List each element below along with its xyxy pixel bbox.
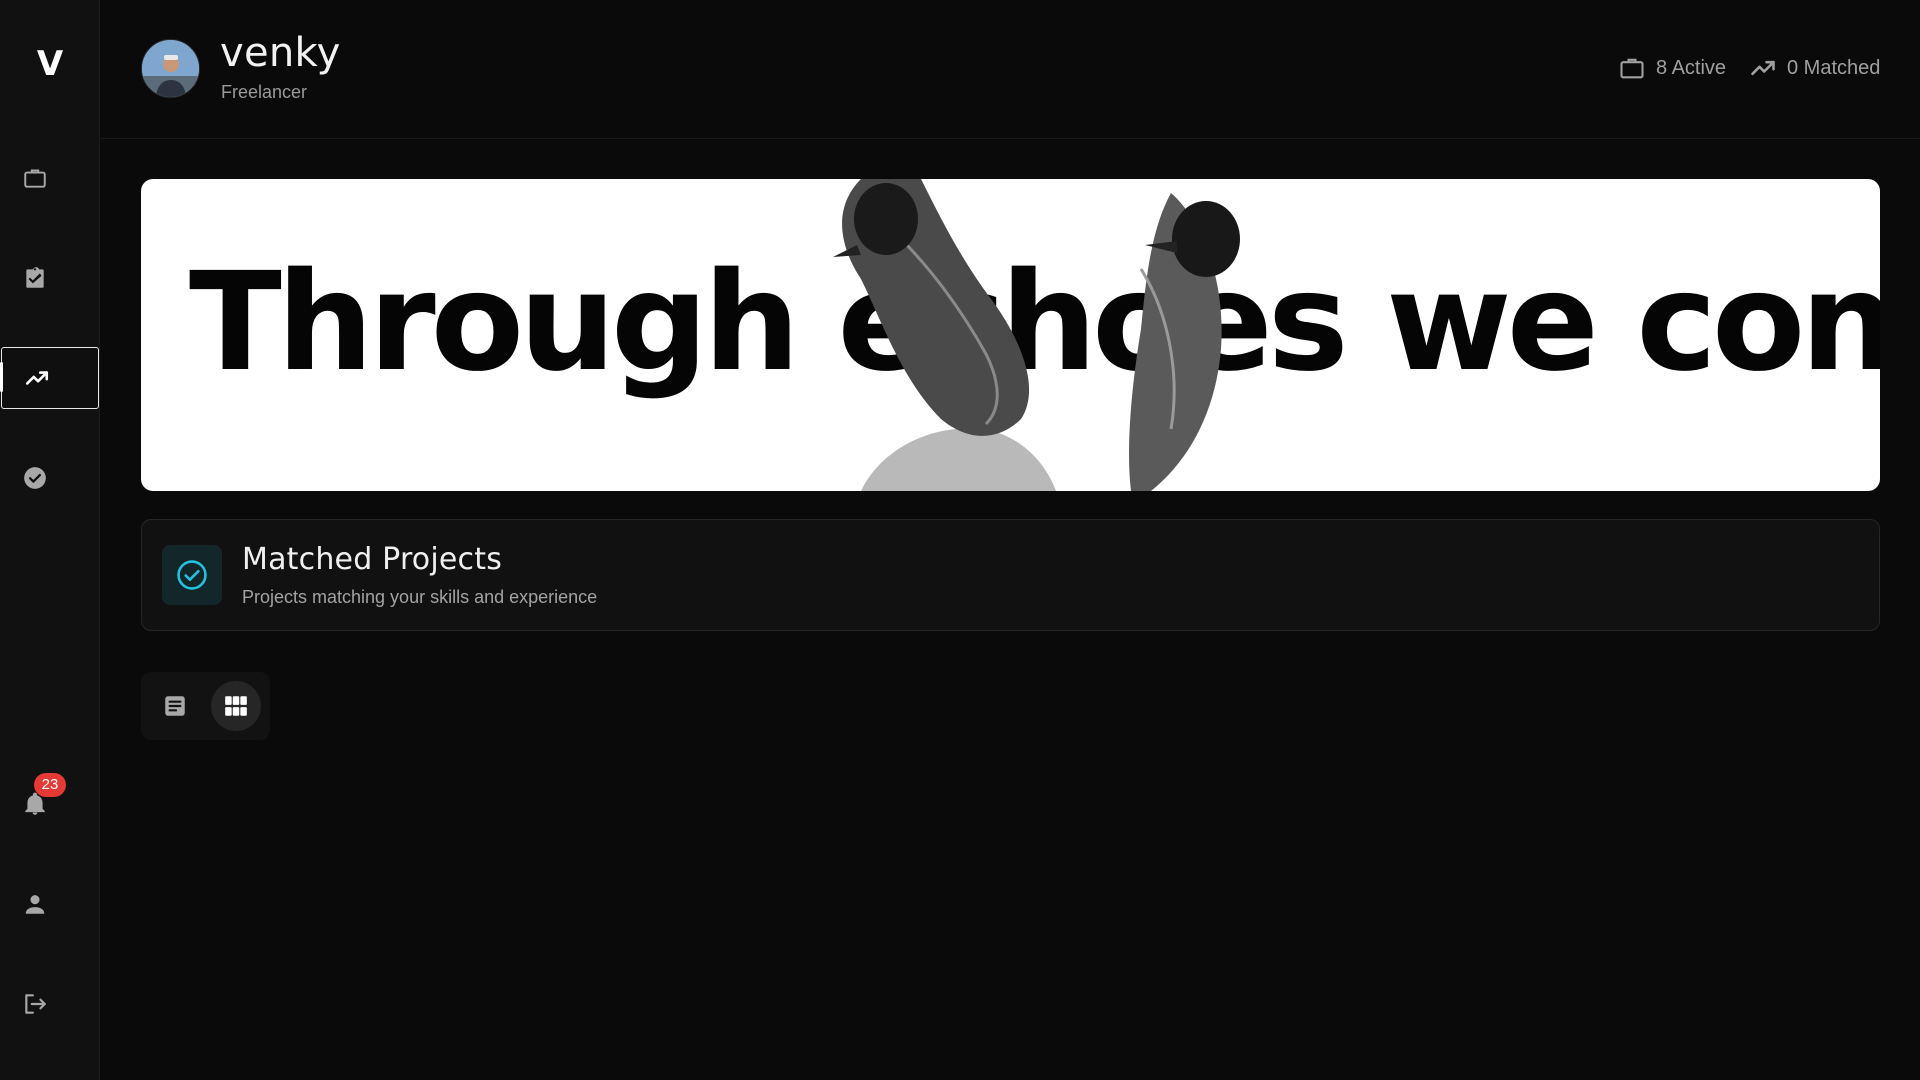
user-role: Freelancer xyxy=(221,82,308,102)
nav-tasks[interactable] xyxy=(0,247,100,309)
trending-up-icon xyxy=(25,371,49,385)
active-stat: 8 Active xyxy=(1618,54,1726,82)
app-logo[interactable]: V xyxy=(30,40,70,88)
briefcase-icon xyxy=(1620,58,1644,79)
matched-projects-subtitle: Projects matching your skills and experi… xyxy=(242,587,598,607)
avatar-photo xyxy=(142,40,199,97)
matched-stat: 0 Matched xyxy=(1749,54,1880,82)
briefcase-icon xyxy=(24,169,46,188)
header: venky Freelancer 8 Active 0 Matched xyxy=(101,0,1920,139)
matched-count: 0 Matched xyxy=(1787,56,1881,79)
list-view-icon xyxy=(165,696,185,716)
grid-view-icon xyxy=(225,696,247,716)
matched-projects-title: Matched Projects xyxy=(242,542,503,577)
hero-banner: Through echoes we connect. xyxy=(141,179,1880,491)
check-circle-icon xyxy=(177,560,207,590)
grid-view-button[interactable] xyxy=(211,681,261,731)
matched-projects-card: Matched Projects Projects matching your … xyxy=(141,519,1880,631)
active-count: 8 Active xyxy=(1656,56,1727,79)
nav-notifications[interactable]: 23 xyxy=(0,773,100,835)
nav-completed[interactable] xyxy=(0,447,100,509)
notification-badge: 23 xyxy=(34,773,66,797)
view-toggle xyxy=(141,672,270,740)
nav-trending[interactable] xyxy=(0,347,99,409)
birds-illustration xyxy=(833,179,1240,491)
user-name: venky xyxy=(220,30,341,76)
avatar[interactable] xyxy=(141,39,200,98)
list-view-button[interactable] xyxy=(150,681,200,731)
user-icon xyxy=(25,895,45,914)
nav-profile[interactable] xyxy=(0,873,100,935)
nav-projects[interactable] xyxy=(0,147,100,209)
matched-icon-box xyxy=(162,545,222,605)
sidebar: V 23 xyxy=(0,0,100,1080)
trending-up-icon xyxy=(1751,60,1775,76)
check-circle-icon xyxy=(24,467,46,489)
logout-icon xyxy=(25,994,46,1014)
nav-logout[interactable] xyxy=(0,973,100,1035)
clipboard-check-icon xyxy=(26,267,44,288)
